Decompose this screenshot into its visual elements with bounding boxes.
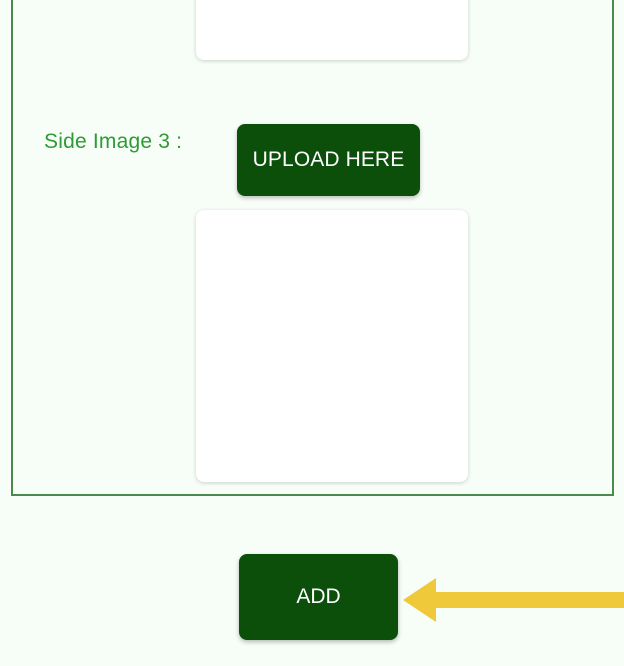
side-image-3-upload-button[interactable]: UPLOAD HERE	[237, 124, 420, 196]
image-upload-form-panel: Side Image 3 : UPLOAD HERE	[11, 0, 614, 496]
page: Side Image 3 : UPLOAD HERE ADD	[0, 0, 624, 666]
side-image-3-preview	[196, 210, 468, 482]
arrow-left-icon	[403, 578, 624, 622]
side-image-2-preview	[196, 0, 468, 60]
add-button[interactable]: ADD	[239, 554, 398, 640]
side-image-3-label: Side Image 3 :	[44, 130, 183, 153]
